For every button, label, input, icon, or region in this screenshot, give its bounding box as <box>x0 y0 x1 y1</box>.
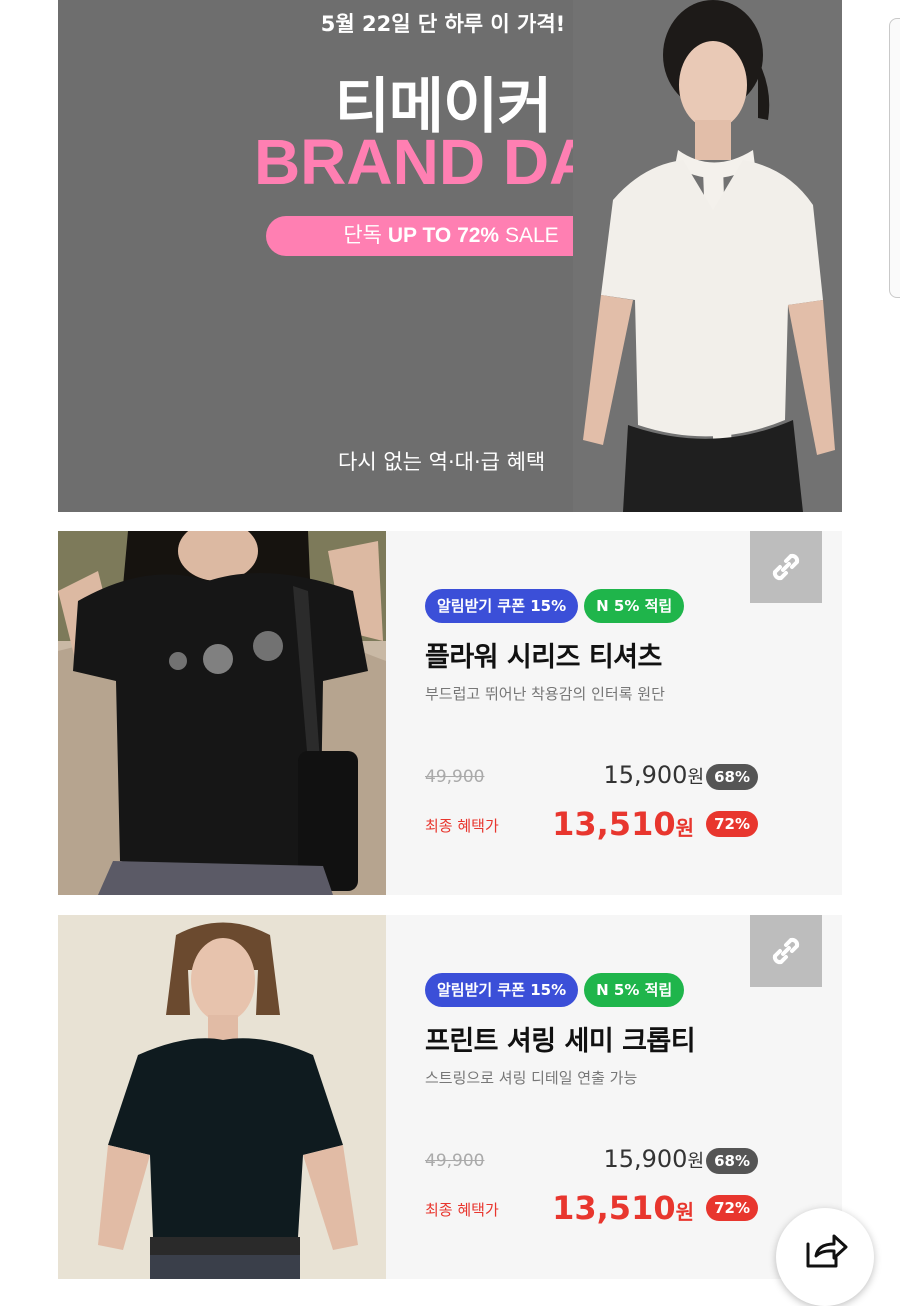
sale-pill-prefix: 단독 <box>343 224 388 247</box>
banner-subtext: 다시 없는 역·대·급 혜택 <box>338 450 546 474</box>
final-price-unit: 원 <box>675 816 694 840</box>
badge-row: 알림받기 쿠폰 15% N 5% 적립 <box>425 589 685 623</box>
coupon-badge: 알림받기 쿠폰 15% <box>425 589 579 623</box>
link-icon <box>772 937 800 965</box>
sale-price-unit: 원 <box>687 1151 704 1172</box>
original-price: 49,900 <box>425 767 485 787</box>
final-price: 13,510원 <box>552 1189 694 1227</box>
sale-price-value: 15,900 <box>603 761 688 789</box>
share-button[interactable] <box>776 1208 874 1306</box>
copy-link-button[interactable] <box>750 531 822 603</box>
product-card[interactable]: 알림받기 쿠폰 15% N 5% 적립 플라워 시리즈 티셔츠 부드럽고 뛰어난… <box>58 531 842 895</box>
share-icon <box>806 1234 848 1268</box>
copy-link-button[interactable] <box>750 915 822 987</box>
sale-discount-badge: 68% <box>706 1148 758 1174</box>
banner-model-image <box>573 0 842 512</box>
points-badge: N 5% 적립 <box>584 973 685 1007</box>
sale-pill-highlight: UP TO 72% <box>387 224 500 247</box>
points-badge: N 5% 적립 <box>584 589 685 623</box>
final-discount-badge: 72% <box>706 811 758 837</box>
final-price-label: 최종 혜택가 <box>425 817 499 835</box>
sale-price-unit: 원 <box>687 767 704 788</box>
final-price-label: 최종 혜택가 <box>425 1201 499 1219</box>
product-image <box>58 531 386 895</box>
sale-discount-badge: 68% <box>706 764 758 790</box>
final-discount-badge: 72% <box>706 1195 758 1221</box>
final-price-value: 13,510 <box>552 1189 676 1227</box>
product-card[interactable]: 알림받기 쿠폰 15% N 5% 적립 프린트 셔링 세미 크롭티 스트링으로 … <box>58 915 842 1279</box>
sale-price: 15,900원 <box>603 1145 704 1173</box>
coupon-badge: 알림받기 쿠폰 15% <box>425 973 579 1007</box>
side-scroll-handle[interactable] <box>889 18 900 298</box>
sale-price-value: 15,900 <box>603 1145 688 1173</box>
original-price: 49,900 <box>425 1151 485 1171</box>
link-icon <box>772 553 800 581</box>
brand-day-banner[interactable]: 5월 22일 단 하루 이 가격! 티메이커 BRAND DAY 단독 UP T… <box>58 0 842 512</box>
product-name[interactable]: 플라워 시리즈 티셔츠 <box>425 635 662 674</box>
final-price: 13,510원 <box>552 805 694 843</box>
final-price-value: 13,510 <box>552 805 676 843</box>
product-image <box>58 915 386 1279</box>
sale-price: 15,900원 <box>603 761 704 789</box>
final-price-unit: 원 <box>675 1200 694 1224</box>
product-name[interactable]: 프린트 셔링 세미 크롭티 <box>425 1019 696 1058</box>
sale-pill-suffix: SALE <box>499 224 559 247</box>
badge-row: 알림받기 쿠폰 15% N 5% 적립 <box>425 973 685 1007</box>
product-description: 부드럽고 뛰어난 착용감의 인터록 원단 <box>425 685 665 703</box>
product-description: 스트링으로 셔링 디테일 연출 가능 <box>425 1069 638 1087</box>
